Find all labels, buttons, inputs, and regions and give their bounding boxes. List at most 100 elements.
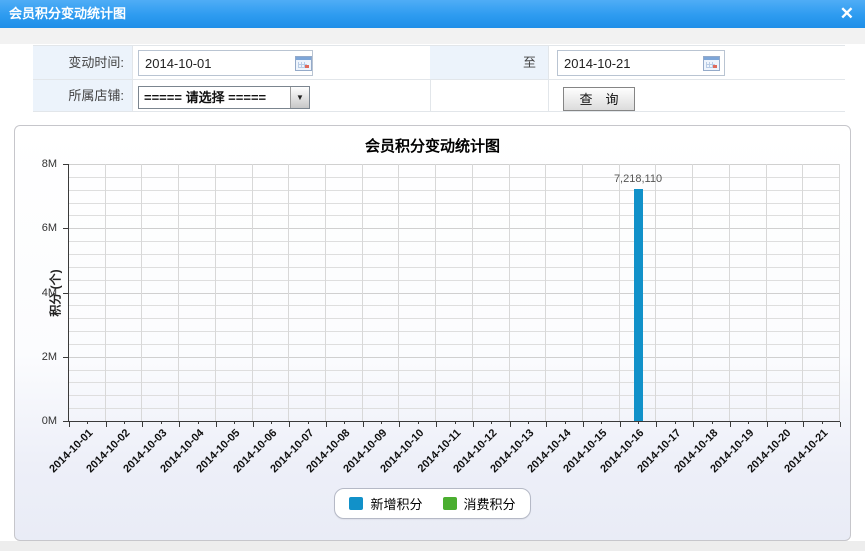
x-axis-subtick [455,422,456,424]
y-axis-label: 6M [23,222,57,234]
gridline-h [69,395,840,396]
gridline-v [362,164,363,421]
gridline-h [69,203,840,204]
x-axis-tick [510,422,511,427]
gridline-h [69,215,840,216]
legend-box: 新增积分 消费积分 [334,488,530,519]
legend-item[interactable]: 消费积分 [443,494,516,513]
x-axis-tick [730,422,731,427]
gridline-h [69,318,840,319]
calendar-icon[interactable] [703,56,720,71]
gridline-v [839,164,840,421]
x-axis-tick [179,422,180,427]
x-axis-tick [69,422,70,427]
x-axis-tick [326,422,327,427]
x-axis-subtick [124,422,125,424]
y-axis-label: 2M [23,351,57,363]
to-label-cell: 至 [430,46,548,79]
x-axis-tick [767,422,768,427]
chart-bar[interactable] [634,189,643,421]
gridline-v [729,164,730,421]
x-axis-tick [693,422,694,427]
x-axis-subtick [344,422,345,424]
x-axis-subtick [822,422,823,424]
x-axis-subtick [675,422,676,424]
legend-item[interactable]: 新增积分 [349,494,422,513]
gridline-v [766,164,767,421]
gridline-v [509,164,510,421]
x-axis-subtick [381,422,382,424]
x-axis-tick [473,422,474,427]
start-date-input[interactable] [138,50,313,76]
x-axis-subtick [565,422,566,424]
legend-label: 消费积分 [464,494,516,513]
gridline-v [655,164,656,421]
divider [33,111,845,112]
gridline-v [802,164,803,421]
gridline-h [69,164,840,165]
y-axis-tick [63,228,68,229]
gridline-h [69,267,840,268]
bottom-strip [0,541,865,551]
close-icon[interactable]: ✕ [840,0,854,27]
divider [33,79,845,80]
gridline-h [69,254,840,255]
x-axis-tick [620,422,621,427]
x-axis-subtick [748,422,749,424]
gridline-v [545,164,546,421]
legend-swatch [349,497,363,510]
gridline-v [435,164,436,421]
y-axis-label: 8M [23,158,57,170]
legend-swatch [443,497,457,510]
x-axis-tick [363,422,364,427]
gridline-h [69,190,840,191]
gridline-h [69,293,840,294]
x-axis-tick [583,422,584,427]
gridline-h [69,408,840,409]
x-axis-tick [399,422,400,427]
legend-label: 新增积分 [370,494,422,513]
gridline-v [252,164,253,421]
x-axis-subtick [198,422,199,424]
gridline-v [472,164,473,421]
y-axis-label: 4M [23,287,57,299]
gridline-v [105,164,106,421]
x-axis-tick [803,422,804,427]
x-axis-tick [546,422,547,427]
y-axis-tick [63,293,68,294]
calendar-icon[interactable] [295,56,312,71]
shop-label-cell: 所属店铺: [33,80,132,111]
dialog-title: 会员积分变动统计图 [9,0,126,28]
x-axis-tick [106,422,107,427]
gridline-v [398,164,399,421]
gridline-h [69,305,840,306]
time-label-cell: 变动时间: [33,46,132,79]
shop-select[interactable]: ===== 请选择 ===== ▼ [138,86,310,109]
x-axis-subtick [308,422,309,424]
chevron-down-icon[interactable]: ▼ [290,87,309,108]
gridline-v [619,164,620,421]
y-axis-tick [63,421,68,422]
x-axis-subtick [418,422,419,424]
gridline-v [692,164,693,421]
x-axis-subtick [638,422,639,424]
x-axis-tick [840,422,841,427]
gridline-h [69,331,840,332]
legend: 新增积分 消费积分 [15,488,850,519]
query-button[interactable]: 查 询 [563,87,635,111]
plot-area: 积分 (个) 0M2M4M6M8M2014-10-012014-10-02201… [68,164,840,422]
x-axis-tick [656,422,657,427]
shop-select-value: ===== 请选择 ===== [144,87,266,108]
gridline-h [69,228,840,229]
gridline-h [69,357,840,358]
gridline-v [582,164,583,421]
time-label: 变动时间: [33,46,132,79]
gridline-h [69,370,840,371]
divider [548,45,549,112]
x-axis-subtick [528,422,529,424]
dialog-titlebar: 会员积分变动统计图 ✕ [0,0,865,28]
y-axis-tick [63,357,68,358]
x-axis-tick [253,422,254,427]
end-date-input[interactable] [557,50,725,76]
x-axis-subtick [161,422,162,424]
